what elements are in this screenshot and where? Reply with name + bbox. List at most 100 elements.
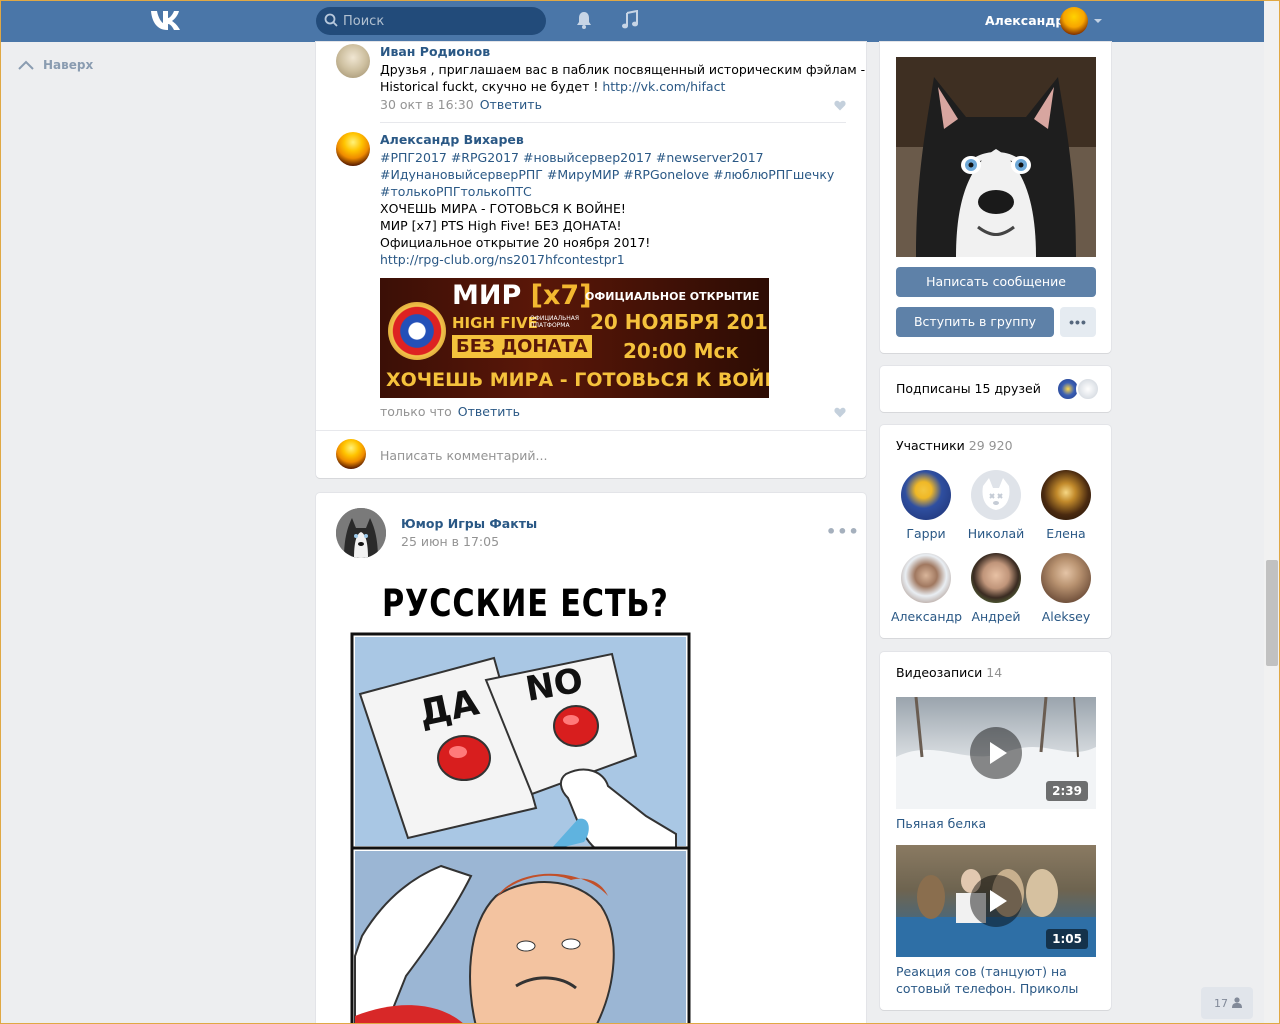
comment-text-line: Друзья , приглашаем вас в паблик посвяще… — [380, 62, 866, 77]
eagle-emblem-icon — [388, 302, 446, 360]
promo-banner-image[interactable]: МИР [x7] HIGH FIVE ОФИЦИАЛЬНАЯ ПЛАТФОРМА… — [380, 278, 769, 398]
comment-time[interactable]: только что — [380, 404, 452, 419]
avatar — [1041, 553, 1091, 603]
heart-icon[interactable] — [834, 407, 846, 418]
avatar — [971, 470, 1021, 520]
avatar — [1076, 377, 1100, 401]
comment-author[interactable]: Иван Родионов — [380, 44, 490, 59]
banner-official-opening: ОФИЦИАЛЬНОЕ ОТКРЫТИЕ — [585, 290, 760, 303]
comment-text-line: МИР [x7] PTS High Five! БЕЗ ДОНАТА! — [380, 218, 622, 233]
friends-subscribed-card[interactable]: Подписаны 15 друзей — [880, 366, 1111, 412]
video-thumbnail[interactable]: 2:39 — [896, 697, 1096, 809]
back-to-top-label: Наверх — [43, 58, 94, 72]
videos-title-label: Видеозаписи — [896, 665, 983, 680]
member-name: Елена — [1046, 526, 1086, 541]
member-name: Александр — [891, 609, 963, 624]
send-message-button[interactable]: Написать сообщение — [896, 267, 1096, 297]
member-name: Николай — [967, 526, 1025, 541]
post-date[interactable]: 25 июн в 17:05 — [401, 534, 499, 549]
online-friends-badge[interactable]: 17 — [1201, 987, 1253, 1019]
member-name: Aleksey — [1041, 609, 1091, 624]
banner-mir: МИР — [452, 280, 522, 311]
member-name: Андрей — [971, 609, 1021, 624]
comment-text: #РПГ2017 #RPG2017 #новыйсервер2017 #news… — [380, 149, 834, 268]
chevron-down-icon[interactable] — [1094, 19, 1102, 23]
heart-icon[interactable] — [834, 100, 846, 111]
banner-slogan: ХОЧЕШЬ МИРА - ГОТОВЬСЯ К ВОЙНЕ — [386, 369, 769, 391]
video-title[interactable]: Реакция сов (танцуют) на сотовый телефон… — [896, 963, 1096, 997]
search-icon — [324, 13, 338, 27]
comment-text-part: Historical fuckt, скучно не будет ! — [380, 79, 603, 94]
comment-text-line: ХОЧЕШЬ МИРА - ГОТОВЬСЯ К ВОЙНЕ! — [380, 201, 626, 216]
comment-compose — [316, 430, 866, 478]
search-box[interactable] — [316, 7, 546, 35]
avatar — [971, 553, 1021, 603]
meme-image[interactable]: РУССКИЕ ЕСТЬ? ДА NO — [346, 576, 696, 1024]
banner-date: 20 НОЯБРЯ 2017 — [590, 310, 769, 334]
member-item[interactable]: Елена — [1031, 470, 1101, 541]
community-cover-card: Написать сообщение Вступить в группу ••• — [880, 42, 1111, 353]
more-actions-button[interactable]: ••• — [1060, 307, 1096, 337]
play-icon[interactable] — [970, 727, 1022, 779]
community-photo[interactable] — [896, 57, 1096, 257]
banner-high-five: HIGH FIVE — [452, 314, 538, 332]
avatar[interactable] — [336, 44, 370, 78]
post-author[interactable]: Юмор Игры Факты — [401, 516, 537, 531]
member-item[interactable]: Николай — [961, 470, 1031, 541]
chevron-up-icon — [18, 60, 34, 70]
banner-title: МИР [x7] — [452, 280, 592, 311]
avatar — [1041, 470, 1091, 520]
meme-illustration: ДА NO — [350, 632, 691, 1024]
comment-time[interactable]: 30 окт в 16:30 — [380, 97, 474, 112]
video-duration: 2:39 — [1046, 781, 1088, 801]
avatar[interactable] — [336, 508, 386, 558]
member-name: Гарри — [906, 526, 946, 541]
friends-subscribed-text: Подписаны 15 друзей — [896, 381, 1041, 396]
video-thumbnail[interactable]: 1:05 — [896, 845, 1096, 957]
comment-link[interactable]: http://vk.com/hifact — [602, 79, 725, 94]
comment-author[interactable]: Александр Вихарев — [380, 132, 524, 147]
comment-input[interactable] — [380, 445, 830, 465]
person-icon — [1232, 997, 1242, 1008]
avatar[interactable] — [336, 132, 370, 166]
videos-card: Видеозаписи 14 2:39 Пьяная белка 1:05 Реа… — [880, 652, 1111, 1010]
members-title[interactable]: Участники 29 920 — [896, 438, 1013, 453]
online-count: 17 — [1214, 997, 1228, 1010]
hashtags-line[interactable]: #РПГ2017 #RPG2017 #новыйсервер2017 #news… — [380, 149, 834, 166]
avatar — [901, 553, 951, 603]
video-duration: 1:05 — [1046, 929, 1088, 949]
hashtags-line[interactable]: #ИдунановыйсерверРПГ #МируМИР #RPGonelov… — [380, 166, 834, 183]
comment-text: Друзья , приглашаем вас в паблик посвяще… — [380, 61, 865, 95]
banner-x7: [x7] — [530, 280, 592, 311]
member-item[interactable]: Aleksey — [1031, 553, 1101, 624]
scrollbar[interactable] — [1264, 0, 1280, 1024]
video-title[interactable]: Пьяная белка — [896, 815, 1096, 832]
more-options-button[interactable]: ••• — [826, 522, 860, 541]
videos-count: 14 — [986, 665, 1003, 680]
banner-no-donate: БЕЗ ДОНАТА — [452, 335, 592, 358]
user-avatar[interactable] — [1060, 7, 1088, 35]
bell-icon[interactable] — [574, 10, 594, 30]
reply-link[interactable]: Ответить — [480, 97, 542, 112]
play-icon[interactable] — [970, 875, 1022, 927]
vk-logo-icon[interactable] — [150, 9, 184, 31]
husky-avatar-image — [336, 508, 386, 558]
members-count: 29 920 — [968, 438, 1013, 453]
hashtags-line[interactable]: #толькоРПГтолькоПТС — [380, 183, 834, 200]
deactivated-dog-icon — [982, 478, 1010, 510]
members-card: Участники 29 920 Гарри Николай Елена Алек… — [880, 425, 1111, 638]
reply-link[interactable]: Ответить — [458, 404, 520, 419]
avatar — [336, 439, 366, 469]
member-item[interactable]: Андрей — [961, 553, 1031, 624]
scrollbar-thumb[interactable] — [1266, 560, 1278, 666]
search-input[interactable] — [343, 7, 538, 35]
member-item[interactable]: Александр — [891, 553, 963, 624]
member-item[interactable]: Гарри — [891, 470, 961, 541]
user-name[interactable]: Александр — [985, 13, 1064, 28]
music-icon[interactable] — [620, 10, 640, 30]
members-title-label: Участники — [896, 438, 965, 453]
join-group-button[interactable]: Вступить в группу — [896, 307, 1054, 337]
banner-time: 20:00 Мск — [623, 339, 739, 363]
comment-link[interactable]: http://rpg-club.org/ns2017hfcontestpr1 — [380, 252, 625, 267]
videos-title[interactable]: Видеозаписи 14 — [896, 665, 1002, 680]
